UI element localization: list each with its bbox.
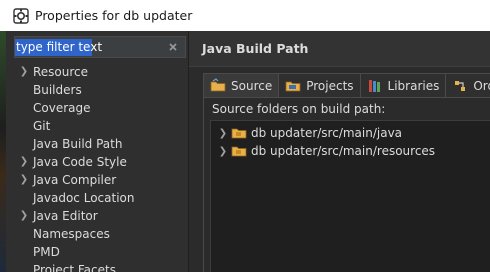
tree-item-java-editor[interactable]: ❯ Java Editor bbox=[14, 207, 186, 225]
tree-item-label: PMD bbox=[33, 245, 60, 259]
source-folder-item[interactable]: ❯ db updater/src/main/java bbox=[217, 124, 402, 142]
tree-item-javadoc-location[interactable]: Javadoc Location bbox=[14, 189, 186, 207]
preference-tree: ❯ Resource Builders Coverage Git Java Bu… bbox=[14, 63, 186, 272]
dialog-titlebar[interactable]: Properties for db updater bbox=[0, 0, 490, 31]
source-folder-path: db updater/src/main/resources bbox=[251, 144, 436, 158]
page-title: Java Build Path bbox=[202, 41, 309, 56]
tab-projects[interactable]: Projects bbox=[278, 73, 361, 97]
tab-label: Order bbox=[473, 78, 490, 93]
tab-label: Projects bbox=[306, 78, 354, 93]
tree-item-label: Java Build Path bbox=[33, 137, 123, 151]
tree-item-pmd[interactable]: PMD bbox=[14, 243, 186, 261]
tree-item-label: Java Editor bbox=[33, 209, 98, 223]
tree-item-java-compiler[interactable]: ❯ Java Compiler bbox=[14, 171, 186, 189]
tree-item-label: Builders bbox=[33, 83, 82, 97]
filter-input[interactable]: type filter text bbox=[15, 39, 102, 56]
expand-arrow-icon[interactable]: ❯ bbox=[18, 171, 30, 189]
clear-filter-icon[interactable] bbox=[166, 40, 180, 54]
order-export-icon bbox=[452, 78, 468, 94]
tree-item-label: Java Code Style bbox=[33, 155, 127, 169]
expand-arrow-icon[interactable]: ❯ bbox=[217, 146, 229, 157]
tree-item-label: Javadoc Location bbox=[33, 191, 135, 205]
tree-item-project-facets[interactable]: Project Facets bbox=[14, 261, 186, 272]
tab-label: Source bbox=[231, 78, 273, 93]
expand-arrow-icon[interactable]: ❯ bbox=[18, 63, 30, 81]
tree-item-builders[interactable]: Builders bbox=[14, 81, 186, 99]
properties-page: Java Build Path Source Projects Librarie… bbox=[189, 31, 490, 272]
tree-item-label: Java Compiler bbox=[33, 173, 117, 187]
build-path-tabs: Source Projects Libraries Or bbox=[203, 73, 490, 97]
tree-item-label: Coverage bbox=[33, 101, 91, 115]
source-folder-item[interactable]: ❯ db updater/src/main/resources bbox=[217, 142, 435, 160]
source-folder-path: db updater/src/main/java bbox=[251, 126, 403, 140]
tree-item-label: Git bbox=[33, 119, 51, 133]
expand-arrow-icon[interactable]: ❯ bbox=[18, 153, 30, 171]
source-folder-list[interactable]: ❯ db updater/src/main/java ❯ db updater/… bbox=[210, 120, 490, 272]
tab-libraries[interactable]: Libraries bbox=[359, 73, 447, 97]
tree-item-java-code-style[interactable]: ❯ Java Code Style bbox=[14, 153, 186, 171]
preference-nav-pane: type filter text ❯ Resource Builders Cov… bbox=[6, 31, 188, 272]
tree-item-label: Resource bbox=[33, 65, 89, 79]
dialog-title: Properties for db updater bbox=[35, 8, 193, 23]
expand-arrow-icon[interactable]: ❯ bbox=[18, 207, 30, 225]
filter-field[interactable]: type filter text bbox=[14, 36, 186, 58]
tree-item-resource[interactable]: ❯ Resource bbox=[14, 63, 186, 81]
tree-item-label: Namespaces bbox=[33, 227, 110, 241]
tree-item-java-build-path[interactable]: Java Build Path bbox=[14, 135, 186, 153]
tab-label: Libraries bbox=[387, 78, 440, 93]
source-folders-heading: Source folders on build path: bbox=[212, 102, 386, 116]
source-tab-panel: Source folders on build path: ❯ db updat… bbox=[203, 97, 490, 272]
expand-arrow-icon[interactable]: ❯ bbox=[217, 128, 229, 139]
tab-source[interactable]: Source bbox=[203, 73, 280, 97]
package-folder-icon bbox=[231, 144, 247, 158]
package-folder-icon bbox=[231, 126, 247, 140]
tree-item-coverage[interactable]: Coverage bbox=[14, 99, 186, 117]
libraries-icon bbox=[367, 78, 383, 94]
tree-item-git[interactable]: Git bbox=[14, 117, 186, 135]
projects-icon bbox=[285, 78, 301, 94]
source-folder-icon bbox=[210, 77, 226, 94]
properties-icon bbox=[13, 7, 29, 24]
page-header: Java Build Path bbox=[189, 31, 490, 67]
tree-item-label: Project Facets bbox=[33, 263, 116, 272]
tab-order[interactable]: Order bbox=[445, 73, 490, 97]
tree-item-namespaces[interactable]: Namespaces bbox=[14, 225, 186, 243]
